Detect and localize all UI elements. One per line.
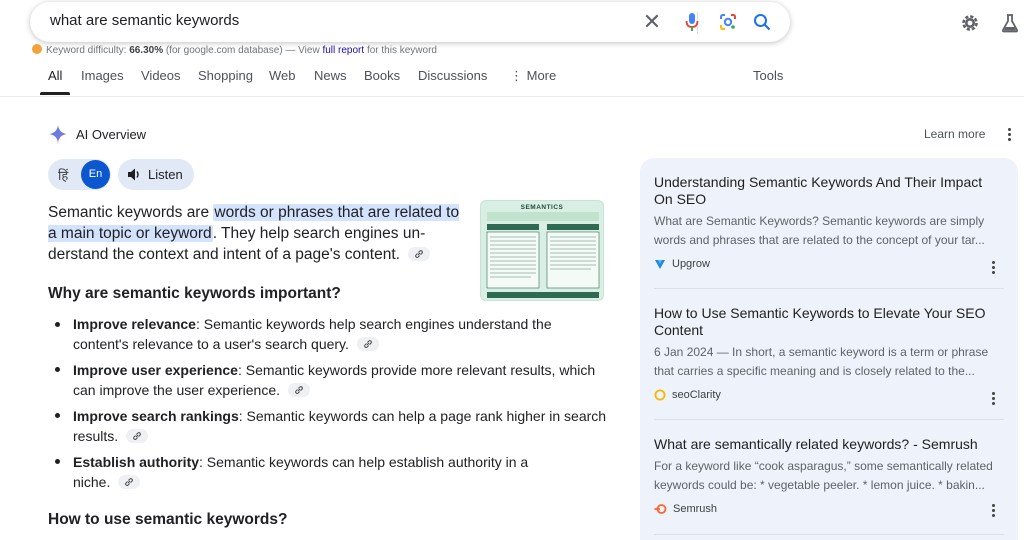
bullet-dot [55,413,60,418]
citation-link-icon[interactable] [408,247,431,261]
citation-link-icon[interactable] [118,475,141,489]
source-site-name: seoClarity [672,389,721,401]
source-title[interactable]: How to Use Semantic Keywords to Elevate … [654,305,1004,339]
tab-books[interactable]: Books [364,68,400,83]
speaker-icon [128,168,139,181]
bullet-dot [55,367,60,372]
more-dots-icon: ⋮ [510,68,523,83]
source-card[interactable]: How to Use Semantic Keywords to Elevate … [654,305,1004,401]
bullet-bold: Improve search rankings [73,408,239,424]
bullet-improve-ux: Improve user experience: Semantic keywor… [73,360,609,400]
source-title[interactable]: Understanding Semantic Keywords And Thei… [654,174,1004,208]
source-title[interactable]: What are semantically related keywords? … [654,436,1004,453]
lang-hindi-button[interactable]: हिं [58,166,68,184]
source-divider [654,534,1004,535]
tab-all[interactable]: All [48,68,62,83]
tabs-divider [0,96,1024,97]
bullet-dot [55,459,60,464]
upgrow-logo-icon [655,260,665,269]
tab-news[interactable]: News [314,68,347,83]
summary-start: Semantic keywords are [48,204,214,221]
source-site: Semrush [654,503,1004,515]
keyword-difficulty-line: Keyword difficulty: 66.30% (for google.c… [32,44,437,56]
listen-button[interactable]: Listen [118,159,194,190]
citation-link-icon[interactable] [356,337,379,351]
source-snippet: 6 Jan 2024 — In short, a semantic keywor… [654,345,989,359]
kd-db-text: (for google.com database) — View [165,45,320,56]
kd-value: 66.30% [129,45,164,56]
bullet-bold: Improve user experience [73,362,238,378]
active-tab-indicator [40,92,70,95]
kd-label: Keyword difficulty: [46,45,127,56]
ai-overview-summary: Semantic keywords are words or phrases t… [48,202,468,265]
why-heading: Why are semantic keywords important? [48,285,341,302]
source-divider [654,419,1004,420]
kd-suffix: for this keyword [366,45,437,56]
citation-link-icon[interactable] [287,383,310,397]
learn-more-link[interactable]: Learn more [924,127,985,141]
bullet-improve-relevance: Improve relevance: Semantic keywords hel… [73,314,609,354]
lens-icon[interactable] [718,12,738,32]
tab-images[interactable]: Images [81,68,124,83]
tab-shopping[interactable]: Shopping [198,68,253,83]
ai-overview-menu-icon[interactable] [1008,128,1012,143]
semrush-logo-icon [654,504,667,514]
source-menu-icon[interactable] [992,261,996,276]
semrush-logo-icon [32,44,42,54]
sources-panel: Understanding Semantic Keywords And Thei… [640,158,1018,540]
source-menu-icon[interactable] [992,504,996,519]
source-site: Upgrow [654,258,1004,270]
listen-label: Listen [148,167,183,182]
source-card[interactable]: What are semantically related keywords? … [654,436,1004,515]
seoclarity-logo-icon [654,389,666,401]
bullet-bold: Establish authority [73,454,200,470]
tab-more-label: More [526,68,557,83]
search-icon[interactable] [752,12,772,32]
search-bar[interactable]: ✕ [30,2,790,42]
tab-more[interactable]: ⋮ More [510,68,556,84]
full-report-link[interactable]: full report [322,45,364,56]
source-card[interactable]: Understanding Semantic Keywords And Thei… [654,174,1004,270]
source-site: seoClarity [654,389,1004,401]
gemini-sparkle-icon [49,125,67,143]
microphone-icon[interactable] [682,12,702,32]
tab-web[interactable]: Web [269,68,296,83]
source-snippet: keywords could be: * vegetable peeler. *… [654,478,985,492]
source-snippet: What are Semantic Keywords? Semantic key… [654,214,985,228]
bullet-establish-authority: Establish authority: Semantic keywords c… [73,452,543,492]
thumbnail-graphic [486,212,600,298]
labs-flask-icon[interactable] [999,12,1021,34]
ai-overview-title: AI Overview [76,126,147,142]
clear-icon[interactable]: ✕ [642,11,662,33]
search-input[interactable] [50,12,610,29]
language-toggle: हिं En [48,159,111,190]
source-site-name: Semrush [673,503,718,515]
lang-english-button[interactable]: En [81,160,110,189]
citation-link-icon[interactable] [126,429,149,443]
source-snippet: For a keyword like “cook asparagus,” som… [654,459,993,473]
tab-videos[interactable]: Videos [141,68,181,83]
source-site-name: Upgrow [672,258,710,270]
ai-overview-header: AI Overview [48,124,146,144]
bullet-improve-rankings: Improve search rankings: Semantic keywor… [73,406,609,446]
bullet-bold: Improve relevance [73,316,196,332]
source-divider [654,288,1004,289]
bullet-dot [55,322,60,327]
tools-button[interactable]: Tools [753,68,783,83]
source-snippet: words and phrases that are related to th… [654,233,985,247]
semantics-thumbnail-image[interactable]: SEMANTICS [480,200,604,301]
how-heading: How to use semantic keywords? [48,511,288,528]
settings-gear-icon[interactable] [959,12,981,34]
source-snippet: that carries a specific meaning and is c… [654,364,975,378]
source-menu-icon[interactable] [992,392,996,407]
tab-discussions[interactable]: Discussions [418,68,487,83]
